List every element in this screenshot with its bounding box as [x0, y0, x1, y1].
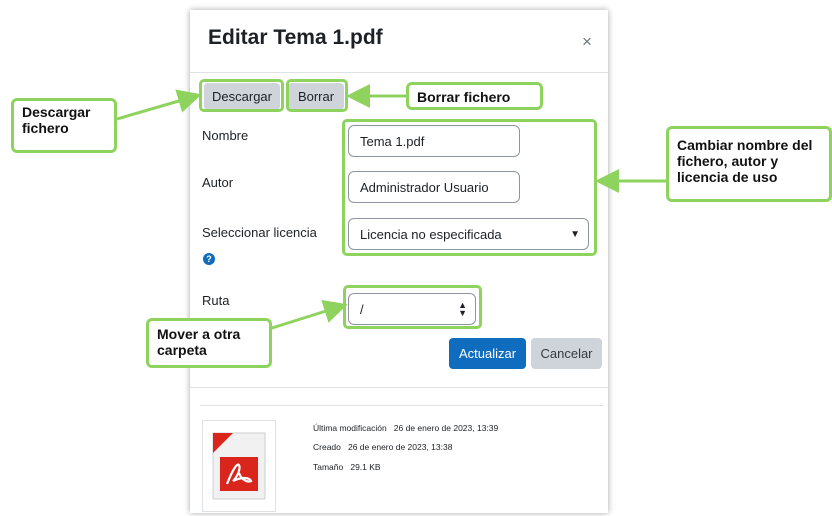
download-arrow [116, 89, 202, 121]
delete-callout: Borrar fichero [406, 82, 543, 110]
rename-callout: Cambiar nombre del fichero, autor y lice… [666, 126, 832, 202]
move-callout: Mover a otra carpeta [146, 318, 272, 368]
download-callout: Descargar fichero [11, 98, 117, 153]
annotation-arrows [116, 84, 666, 335]
